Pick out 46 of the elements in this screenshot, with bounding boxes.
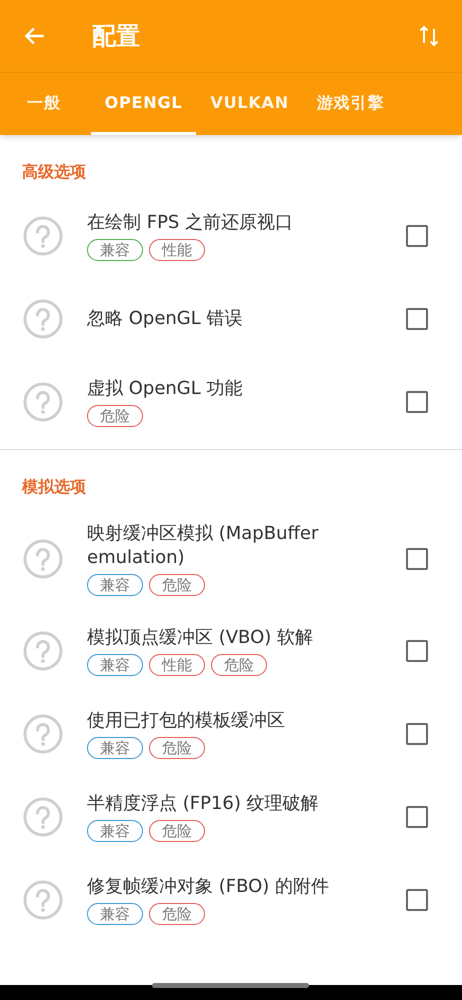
option-label: 修复帧缓冲对象 (FBO) 的附件 xyxy=(87,874,330,898)
tab[interactable]: OPENGL xyxy=(90,73,196,135)
checkbox[interactable] xyxy=(406,722,428,744)
checkbox[interactable] xyxy=(406,640,428,662)
option-label: 半精度浮点 (FP16) 纹理破解 xyxy=(87,792,320,816)
help-icon[interactable] xyxy=(23,796,63,836)
tag: 危险 xyxy=(149,574,205,596)
tab[interactable]: VULKAN xyxy=(196,73,303,135)
option-label: 忽略 OpenGL 错误 xyxy=(87,306,244,330)
checkbox[interactable] xyxy=(406,224,428,246)
checkbox[interactable] xyxy=(406,308,428,330)
option-label: 在绘制 FPS 之前还原视口 xyxy=(87,210,294,234)
tag: 兼容 xyxy=(87,238,143,260)
option-label: 映射缓冲区模拟 (MapBuffer emulation) xyxy=(87,522,320,570)
tag: 危险 xyxy=(87,404,143,426)
tab[interactable]: 一般 xyxy=(0,73,75,135)
checkbox[interactable] xyxy=(406,390,428,412)
help-icon[interactable] xyxy=(23,216,63,256)
screen-title: 配置 xyxy=(92,21,140,52)
section-title: 模拟选项 xyxy=(20,476,87,498)
tag: 性能 xyxy=(149,238,205,260)
help-icon[interactable] xyxy=(23,880,63,920)
tag: 危险 xyxy=(149,820,205,842)
help-icon[interactable] xyxy=(23,714,63,754)
tag: 兼容 xyxy=(87,574,143,596)
checkbox[interactable] xyxy=(406,806,428,828)
tag: 兼容 xyxy=(87,654,143,676)
help-icon[interactable] xyxy=(23,539,63,579)
section-title: 高级选项 xyxy=(21,161,87,183)
tab[interactable]: 游戏引擎 xyxy=(302,73,398,135)
help-icon[interactable] xyxy=(23,630,63,670)
help-icon[interactable] xyxy=(23,298,63,338)
option-label: 虚拟 OpenGL 功能 xyxy=(87,376,244,400)
tag: 危险 xyxy=(149,736,205,758)
help-icon[interactable] xyxy=(23,382,63,422)
checkbox[interactable] xyxy=(406,888,428,910)
tag: 危险 xyxy=(211,654,267,676)
checkbox[interactable] xyxy=(406,548,428,570)
tag: 兼容 xyxy=(87,736,143,758)
option-label: 使用已打包的模板缓冲区 xyxy=(87,708,286,732)
tag: 兼容 xyxy=(87,820,143,842)
tag: 危险 xyxy=(149,902,205,924)
tag: 兼容 xyxy=(87,902,143,924)
option-label: 模拟顶点缓冲区 (VBO) 软解 xyxy=(87,626,314,650)
tag: 性能 xyxy=(149,654,205,676)
sort-icon[interactable] xyxy=(418,23,440,49)
